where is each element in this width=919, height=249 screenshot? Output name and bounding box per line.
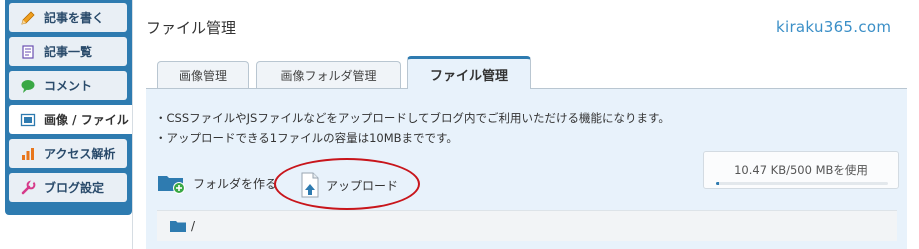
sidebar-item-analytics[interactable]: アクセス解析 xyxy=(9,139,127,168)
folder-path-bar[interactable]: / xyxy=(157,210,897,241)
sidebar-item-label: ブログ設定 xyxy=(44,181,105,195)
folder-icon xyxy=(169,219,187,233)
tab-image-management[interactable]: 画像管理 xyxy=(157,61,249,88)
tab-file-management[interactable]: ファイル管理 xyxy=(407,56,531,89)
sidebar-item-label: 記事一覧 xyxy=(44,45,93,59)
tab-label: 画像管理 xyxy=(178,68,227,83)
sidebar-item-label: アクセス解析 xyxy=(44,147,116,161)
upload-label: アップロード xyxy=(326,178,399,193)
sidebar: 記事を書く 記事一覧 コメント 画像 / ファイル アクセス解析 ブログ設定 xyxy=(0,0,133,249)
sidebar-item-write-article[interactable]: 記事を書く xyxy=(9,3,127,32)
tab-label: 画像フォルダ管理 xyxy=(280,68,377,83)
folder-path-text: / xyxy=(191,219,196,233)
pencil-icon xyxy=(20,10,36,26)
document-list-icon xyxy=(20,44,36,60)
sidebar-item-comments[interactable]: コメント xyxy=(9,71,127,100)
sidebar-item-label: 画像 / ファイル xyxy=(44,113,129,127)
create-folder-label: フォルダを作る xyxy=(193,176,278,191)
wrench-icon xyxy=(20,179,36,196)
sidebar-item-blog-settings[interactable]: ブログ設定 xyxy=(9,173,127,202)
sidebar-item-article-list[interactable]: 記事一覧 xyxy=(9,37,127,66)
speech-bubble-icon xyxy=(20,78,36,94)
page-title: ファイル管理 xyxy=(146,19,237,37)
storage-usage-text: 10.47 KB/500 MBを使用 xyxy=(734,163,868,177)
sidebar-item-images-files[interactable]: 画像 / ファイル xyxy=(9,105,133,134)
tab-label: ファイル管理 xyxy=(429,68,508,84)
sidebar-item-label: 記事を書く xyxy=(44,11,105,25)
sidebar-divider xyxy=(132,0,133,249)
site-watermark: kiraku365.com xyxy=(776,18,892,36)
upload-button[interactable]: アップロード xyxy=(300,172,398,198)
sidebar-item-label: コメント xyxy=(44,79,93,93)
create-folder-button[interactable]: フォルダを作る xyxy=(157,172,277,194)
storage-usage-fill xyxy=(716,182,720,185)
image-file-icon xyxy=(20,112,36,128)
bar-chart-icon xyxy=(20,146,36,162)
description-line: ・アップロードできる1ファイルの容量は10MBまでです。 xyxy=(155,131,458,145)
folder-add-icon xyxy=(157,172,187,194)
description-line: ・CSSファイルやJSファイルなどをアップロードしてブログ内でご利用いただける機… xyxy=(155,111,670,125)
storage-usage-bar xyxy=(716,182,888,185)
tab-image-folder-management[interactable]: 画像フォルダ管理 xyxy=(256,61,401,88)
upload-file-icon xyxy=(300,172,320,198)
storage-usage-box: 10.47 KB/500 MBを使用 xyxy=(703,151,899,189)
